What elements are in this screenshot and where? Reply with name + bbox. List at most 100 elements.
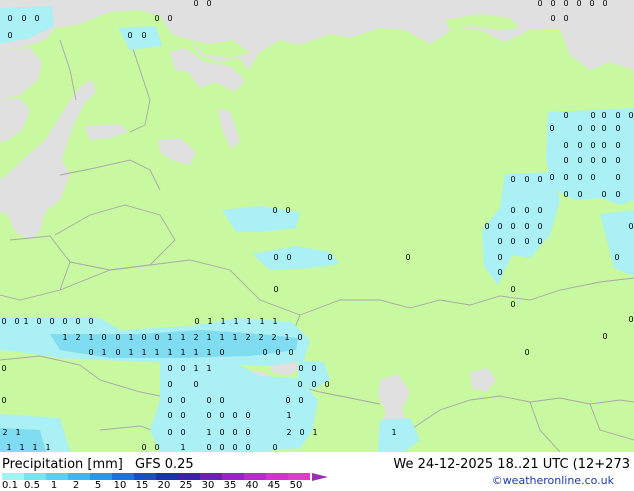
precip-value-label: 1	[32, 443, 37, 452]
precip-value-label: 0	[180, 428, 185, 437]
precip-value-label: 0	[298, 364, 303, 373]
precip-value-label: 2	[193, 333, 198, 342]
precip-value-label: 1	[180, 443, 185, 452]
precip-value-label: 0	[167, 428, 172, 437]
precip-value-label: 1	[193, 348, 198, 357]
precip-value-label: 1	[88, 333, 93, 342]
precip-value-label: 0	[36, 317, 41, 326]
precip-value-label: 1	[312, 428, 317, 437]
precip-value-label: 0	[615, 173, 620, 182]
precip-value-label: 0	[327, 253, 332, 262]
precip-value-label: 1	[141, 348, 146, 357]
precip-value-label: 1	[167, 348, 172, 357]
precip-value-label: 0	[219, 348, 224, 357]
precip-value-label: 0	[324, 380, 329, 389]
precip-value-label: 0	[524, 175, 529, 184]
precip-value-label: 0	[497, 268, 502, 277]
precip-value-label: 0	[576, 0, 581, 8]
precip-value-label: 0	[510, 237, 515, 246]
precip-value-label: 0	[180, 411, 185, 420]
precip-value-label: 1	[128, 348, 133, 357]
credit-link[interactable]: ©weatheronline.co.uk	[492, 474, 614, 487]
precip-value-label: 0	[524, 237, 529, 246]
color-scale-segment	[134, 473, 156, 480]
precip-value-label: 0	[537, 175, 542, 184]
precip-value-label: 0	[537, 237, 542, 246]
precip-value-label: 0	[497, 222, 502, 231]
precip-value-label: 0	[193, 0, 198, 8]
precip-value-label: 0	[563, 190, 568, 199]
precip-value-label: 1	[193, 364, 198, 373]
precip-value-label: 0	[405, 253, 410, 262]
precip-value-label: 1	[23, 317, 28, 326]
legend-panel: Precipitation [mm] GFS 0.25 We 24-12-202…	[0, 452, 634, 491]
precip-value-label: 0	[577, 173, 582, 182]
precip-value-label: 0	[219, 396, 224, 405]
precip-value-label: 1	[246, 317, 251, 326]
color-scale-segment	[178, 473, 200, 480]
precip-value-label: 0	[563, 14, 568, 23]
color-scale-segment	[244, 473, 266, 480]
color-scale-arrow	[312, 473, 328, 481]
precip-value-label: 0	[115, 333, 120, 342]
precip-value-label: 0	[206, 0, 211, 8]
precip-value-label: 1	[259, 317, 264, 326]
precip-value-label: 0	[206, 396, 211, 405]
precip-value-label: 0	[601, 190, 606, 199]
precip-value-label: 0	[484, 222, 489, 231]
color-scale-segment	[112, 473, 134, 480]
precip-value-label: 1	[167, 333, 172, 342]
precip-value-label: 0	[273, 253, 278, 262]
precip-value-label: 0	[167, 411, 172, 420]
color-scale-segment	[200, 473, 222, 480]
precip-value-label: 1	[232, 333, 237, 342]
precip-value-label: 0	[180, 364, 185, 373]
color-scale-segment	[46, 473, 68, 480]
precip-value-label: 1	[272, 317, 277, 326]
precip-value-label: 1	[220, 317, 225, 326]
precip-value-label: 0	[141, 31, 146, 40]
precip-value-label: 0	[7, 14, 12, 23]
precip-value-label: 1	[45, 443, 50, 452]
precip-value-label: 0	[614, 253, 619, 262]
color-scale-segment	[266, 473, 288, 480]
precip-value-label: 0	[590, 111, 595, 120]
precip-value-label: 0	[537, 222, 542, 231]
precip-value-label: 0	[590, 156, 595, 165]
precip-value-label: 0	[219, 411, 224, 420]
precip-value-label: 0	[297, 380, 302, 389]
precip-value-label: 0	[590, 124, 595, 133]
precip-value-label: 0	[628, 111, 633, 120]
precip-value-label: 1	[233, 317, 238, 326]
precip-value-label: 1	[207, 317, 212, 326]
precip-value-label: 0	[563, 156, 568, 165]
color-scale-segment	[156, 473, 178, 480]
precip-value-label: 0	[272, 206, 277, 215]
precip-value-label: 0	[601, 111, 606, 120]
precip-value-label: 0	[550, 0, 555, 8]
color-scale-segment	[222, 473, 244, 480]
precip-value-label: 0	[245, 443, 250, 452]
precip-value-label: 1	[286, 411, 291, 420]
precip-value-label: 0	[615, 124, 620, 133]
precip-value-label: 0	[206, 411, 211, 420]
precip-value-label: 0	[245, 428, 250, 437]
precip-value-label: 1	[6, 443, 11, 452]
precip-value-label: 0	[154, 14, 159, 23]
precip-value-label: 0	[550, 14, 555, 23]
precip-value-label: 0	[232, 411, 237, 420]
color-scale-segment	[2, 473, 24, 480]
precip-value-label: 1	[15, 428, 20, 437]
color-scale-segment	[288, 473, 310, 480]
precip-value-label: 0	[286, 253, 291, 262]
precip-value-label: 0	[272, 443, 277, 452]
precipitation-map[interactable]: 0000000000000000000000000000000000000000…	[0, 0, 634, 453]
precip-value-label: 1	[206, 364, 211, 373]
precip-value-label: 0	[219, 428, 224, 437]
precip-value-label: 0	[524, 206, 529, 215]
legend-model: GFS 0.25	[135, 457, 194, 472]
precip-value-label: 0	[206, 443, 211, 452]
precip-value-label: 0	[297, 333, 302, 342]
precip-value-label: 0	[602, 0, 607, 8]
precip-value-label: 0	[510, 285, 515, 294]
